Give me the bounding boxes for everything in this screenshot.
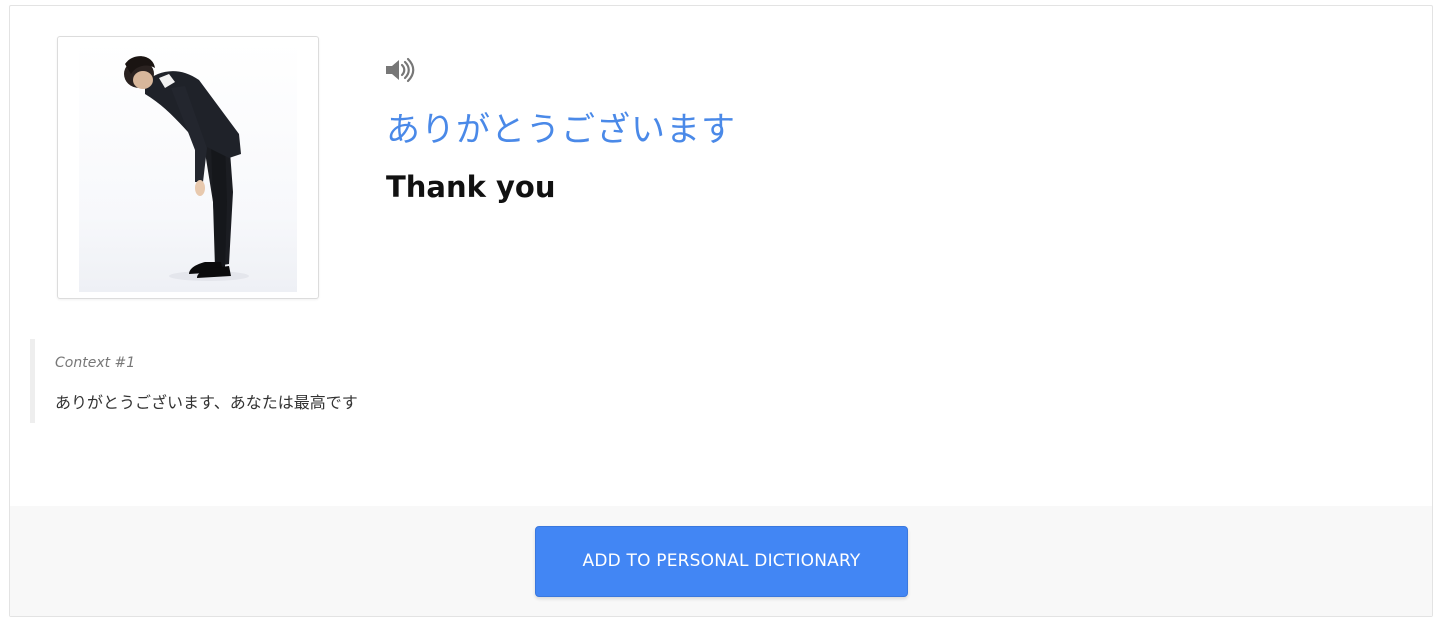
context-block: Context #1 ありがとうございます、あなたは最高です [30, 339, 530, 423]
add-to-dictionary-button[interactable]: ADD TO PERSONAL DICTIONARY [535, 526, 908, 597]
term-image-frame [57, 36, 319, 299]
context-sentence: ありがとうございます、あなたは最高です [55, 393, 358, 412]
english-translation: Thank you [386, 170, 556, 204]
speaker-volume-icon[interactable] [384, 56, 416, 84]
card-footer: ADD TO PERSONAL DICTIONARY [10, 506, 1432, 616]
bowing-man-photo [79, 42, 297, 292]
context-label: Context #1 [55, 355, 136, 371]
flashcard: ありがとうございます Thank you Context #1 ありがとうござい… [9, 5, 1433, 617]
japanese-term: ありがとうございます [386, 110, 736, 150]
